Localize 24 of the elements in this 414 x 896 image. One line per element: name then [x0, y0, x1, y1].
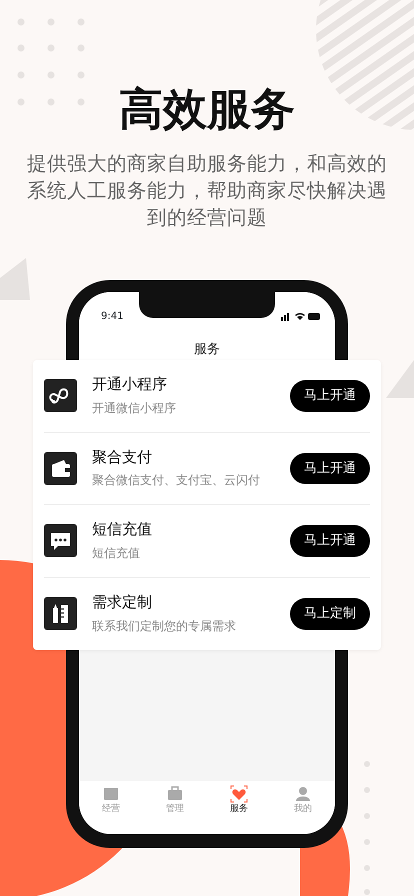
person-icon: [294, 784, 312, 802]
service-title: 开通小程序: [92, 375, 168, 394]
wallet-icon: [44, 452, 77, 485]
service-description: 开通微信小程序: [92, 400, 176, 416]
briefcase-icon: [166, 784, 184, 802]
service-title: 短信充值: [92, 520, 152, 540]
action-button[interactable]: 马上开通: [290, 525, 370, 556]
headline: 高效服务: [118, 84, 296, 137]
service-title: 需求定制: [92, 593, 153, 612]
service-description: 短信充值: [92, 544, 141, 562]
service-title: 聚合支付: [92, 448, 153, 467]
link-icon: [44, 379, 77, 412]
status-time: 9:41: [101, 310, 124, 324]
tab-item[interactable]: 服务: [230, 784, 248, 816]
action-button[interactable]: 马上开通: [290, 380, 370, 412]
service-description: 聚合微信支付、支付宝、云闪付: [92, 472, 260, 489]
action-button[interactable]: 马上开通: [290, 452, 370, 484]
heart-icon: [230, 784, 248, 802]
chat-icon: [44, 524, 77, 558]
subtitle: 提供强大的商家自助服务能力，和高效的系统人工服务能力，帮助商家尽快解决遇到的经营问题: [26, 150, 388, 231]
status-icons: [281, 311, 321, 321]
action-button[interactable]: 马上定制: [290, 598, 370, 630]
ruler-icon: [44, 597, 77, 630]
service-description: 联系我们定制您的专属需求: [92, 618, 236, 634]
